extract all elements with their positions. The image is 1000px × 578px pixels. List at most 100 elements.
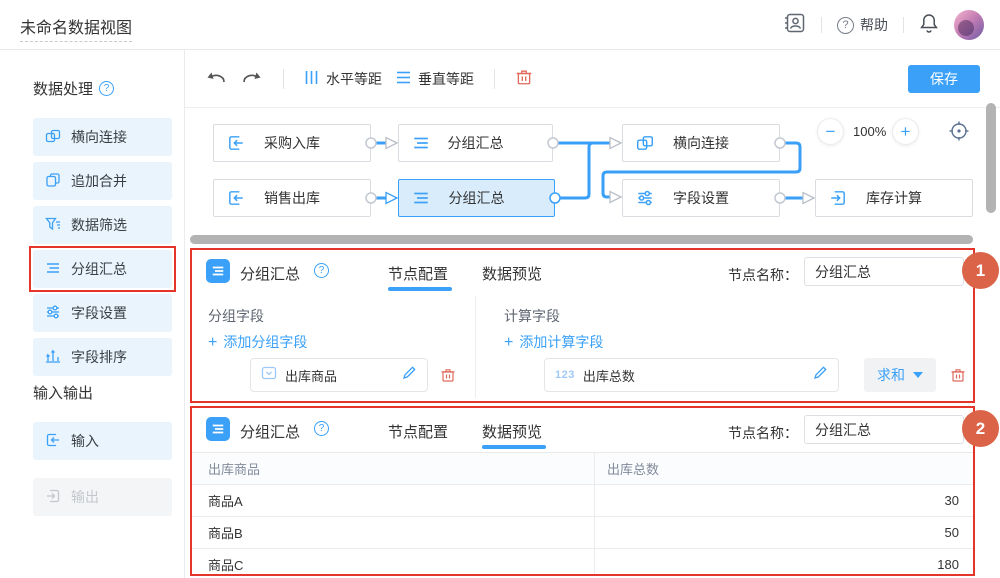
panel-help-icon[interactable] — [314, 263, 329, 278]
edit-pencil-icon[interactable] — [813, 365, 828, 385]
delete-calc-field-icon[interactable] — [950, 367, 966, 383]
vertical-spacing-button[interactable]: 垂直等距 — [396, 69, 474, 89]
field-settings-icon — [45, 304, 61, 323]
save-button[interactable]: 保存 — [908, 65, 980, 93]
flow-node-inventory-calc[interactable]: 库存计算 — [815, 179, 973, 217]
group-summary-icon — [206, 417, 230, 441]
chevron-down-icon — [913, 372, 923, 378]
panel-title: 分组汇总 — [240, 421, 300, 442]
input-icon — [227, 189, 245, 207]
contacts-icon[interactable] — [784, 12, 806, 39]
node-name-label: 节点名称： — [728, 265, 798, 285]
active-tab-indicator — [388, 287, 452, 291]
sidebar-item-data-filter[interactable]: 数据筛选 — [33, 206, 172, 244]
node-name-input[interactable] — [804, 415, 964, 444]
column-header: 出库商品 — [192, 453, 595, 484]
bell-icon[interactable] — [919, 12, 939, 39]
vertical-spacing-icon — [396, 70, 411, 88]
sidebar-item-field-sort[interactable]: 字段排序 — [33, 338, 172, 376]
annotation-badge-1: 1 — [962, 252, 999, 289]
undo-button[interactable] — [205, 68, 227, 90]
group-field-name: 出库商品 — [285, 366, 394, 385]
divider — [903, 17, 904, 33]
add-group-field-button[interactable]: 添加分组字段 — [208, 332, 307, 352]
flow-canvas[interactable]: 采购入库 分组汇总 横向连接 — [185, 108, 1000, 246]
flow-node-horizontal-join[interactable]: 横向连接 — [622, 124, 780, 162]
group-field-chip[interactable]: 出库商品 — [250, 358, 428, 392]
flow-node-field-settings[interactable]: 字段设置 — [622, 179, 780, 217]
calc-field-chip[interactable]: 123 出库总数 — [544, 358, 839, 392]
calc-field-name: 出库总数 — [583, 366, 805, 385]
zoom-level: 100% — [853, 124, 886, 139]
column-divider — [475, 296, 476, 398]
filter-icon — [45, 216, 61, 235]
flow-node-purchase-inbound[interactable]: 采购入库 — [213, 124, 371, 162]
help-label: 帮助 — [860, 15, 888, 35]
data-preview-panel: 分组汇总 节点配置 数据预览 节点名称： 2 出库商品 出库总数 商品A 30 … — [190, 406, 975, 576]
delete-node-button[interactable] — [515, 68, 533, 91]
horizontal-scrollbar[interactable] — [190, 235, 973, 244]
help-icon — [837, 17, 854, 34]
output-icon — [45, 488, 61, 507]
horizontal-spacing-icon — [304, 70, 319, 88]
horizontal-spacing-button[interactable]: 水平等距 — [304, 69, 382, 89]
sidebar-item-append-merge[interactable]: 追加合并 — [33, 162, 172, 200]
help-button[interactable]: 帮助 — [837, 15, 888, 35]
zoom-in-button[interactable]: + — [892, 118, 919, 145]
annotation-badge-2: 2 — [962, 410, 999, 447]
node-name-input[interactable] — [804, 257, 964, 286]
select-field-icon — [261, 365, 277, 386]
tab-node-config[interactable]: 节点配置 — [388, 263, 448, 284]
output-icon — [829, 189, 847, 207]
panel-help-icon[interactable] — [314, 421, 329, 436]
group-summary-icon — [206, 259, 230, 283]
field-settings-icon — [636, 189, 654, 207]
header-actions: 帮助 — [784, 0, 984, 50]
aggregation-dropdown[interactable]: 求和 — [864, 358, 936, 392]
zoom-out-button[interactable]: − — [817, 118, 844, 145]
sidebar-item-output: 输出 — [33, 478, 172, 516]
tab-node-config[interactable]: 节点配置 — [388, 421, 448, 442]
tab-data-preview[interactable]: 数据预览 — [482, 421, 542, 442]
divider — [821, 17, 822, 33]
active-tab-indicator — [482, 445, 546, 449]
flow-node-group-summary-2-selected[interactable]: 分组汇总 — [398, 179, 555, 217]
column-header: 出库总数 — [595, 453, 973, 484]
user-avatar[interactable] — [954, 10, 984, 40]
sidebar-item-field-settings[interactable]: 字段设置 — [33, 294, 172, 332]
join-icon — [45, 128, 61, 147]
locate-center-icon[interactable] — [948, 120, 970, 142]
add-calc-field-button[interactable]: 添加计算字段 — [504, 332, 603, 352]
section-title-input-output: 输入输出 — [33, 382, 93, 403]
document-title[interactable]: 未命名数据视图 — [20, 14, 132, 42]
sidebar-item-input[interactable]: 输入 — [33, 422, 172, 460]
sidebar-item-horizontal-join[interactable]: 横向连接 — [33, 118, 172, 156]
divider — [494, 69, 495, 89]
number-field-icon: 123 — [555, 369, 575, 381]
group-summary-icon — [412, 189, 430, 207]
group-summary-icon — [412, 134, 430, 152]
section-help-icon[interactable] — [99, 81, 114, 96]
sidebar: 数据处理 横向连接 追加合并 — [0, 50, 185, 578]
vertical-scrollbar[interactable] — [986, 103, 996, 213]
panel-title: 分组汇总 — [240, 263, 300, 284]
canvas-toolbar: 水平等距 垂直等距 保存 — [185, 50, 1000, 108]
section-title-data-processing: 数据处理 — [33, 78, 114, 99]
input-icon — [227, 134, 245, 152]
redo-button[interactable] — [241, 68, 263, 90]
flow-node-sales-outbound[interactable]: 销售出库 — [213, 179, 371, 217]
node-name-label: 节点名称： — [728, 423, 798, 443]
append-icon — [45, 172, 61, 191]
table-row: 商品A 30 — [192, 485, 973, 517]
flow-node-group-summary-1[interactable]: 分组汇总 — [398, 124, 553, 162]
delete-group-field-icon[interactable] — [440, 367, 456, 383]
input-icon — [45, 432, 61, 451]
tab-data-preview[interactable]: 数据预览 — [482, 263, 542, 284]
edit-pencil-icon[interactable] — [402, 365, 417, 385]
table-row: 商品C 180 — [192, 549, 973, 574]
sidebar-item-group-summary[interactable]: 分组汇总 — [33, 250, 172, 288]
field-sort-icon — [45, 348, 61, 367]
group-fields-title: 分组字段 — [208, 306, 264, 326]
group-summary-icon — [45, 260, 61, 279]
calc-fields-title: 计算字段 — [504, 306, 560, 326]
